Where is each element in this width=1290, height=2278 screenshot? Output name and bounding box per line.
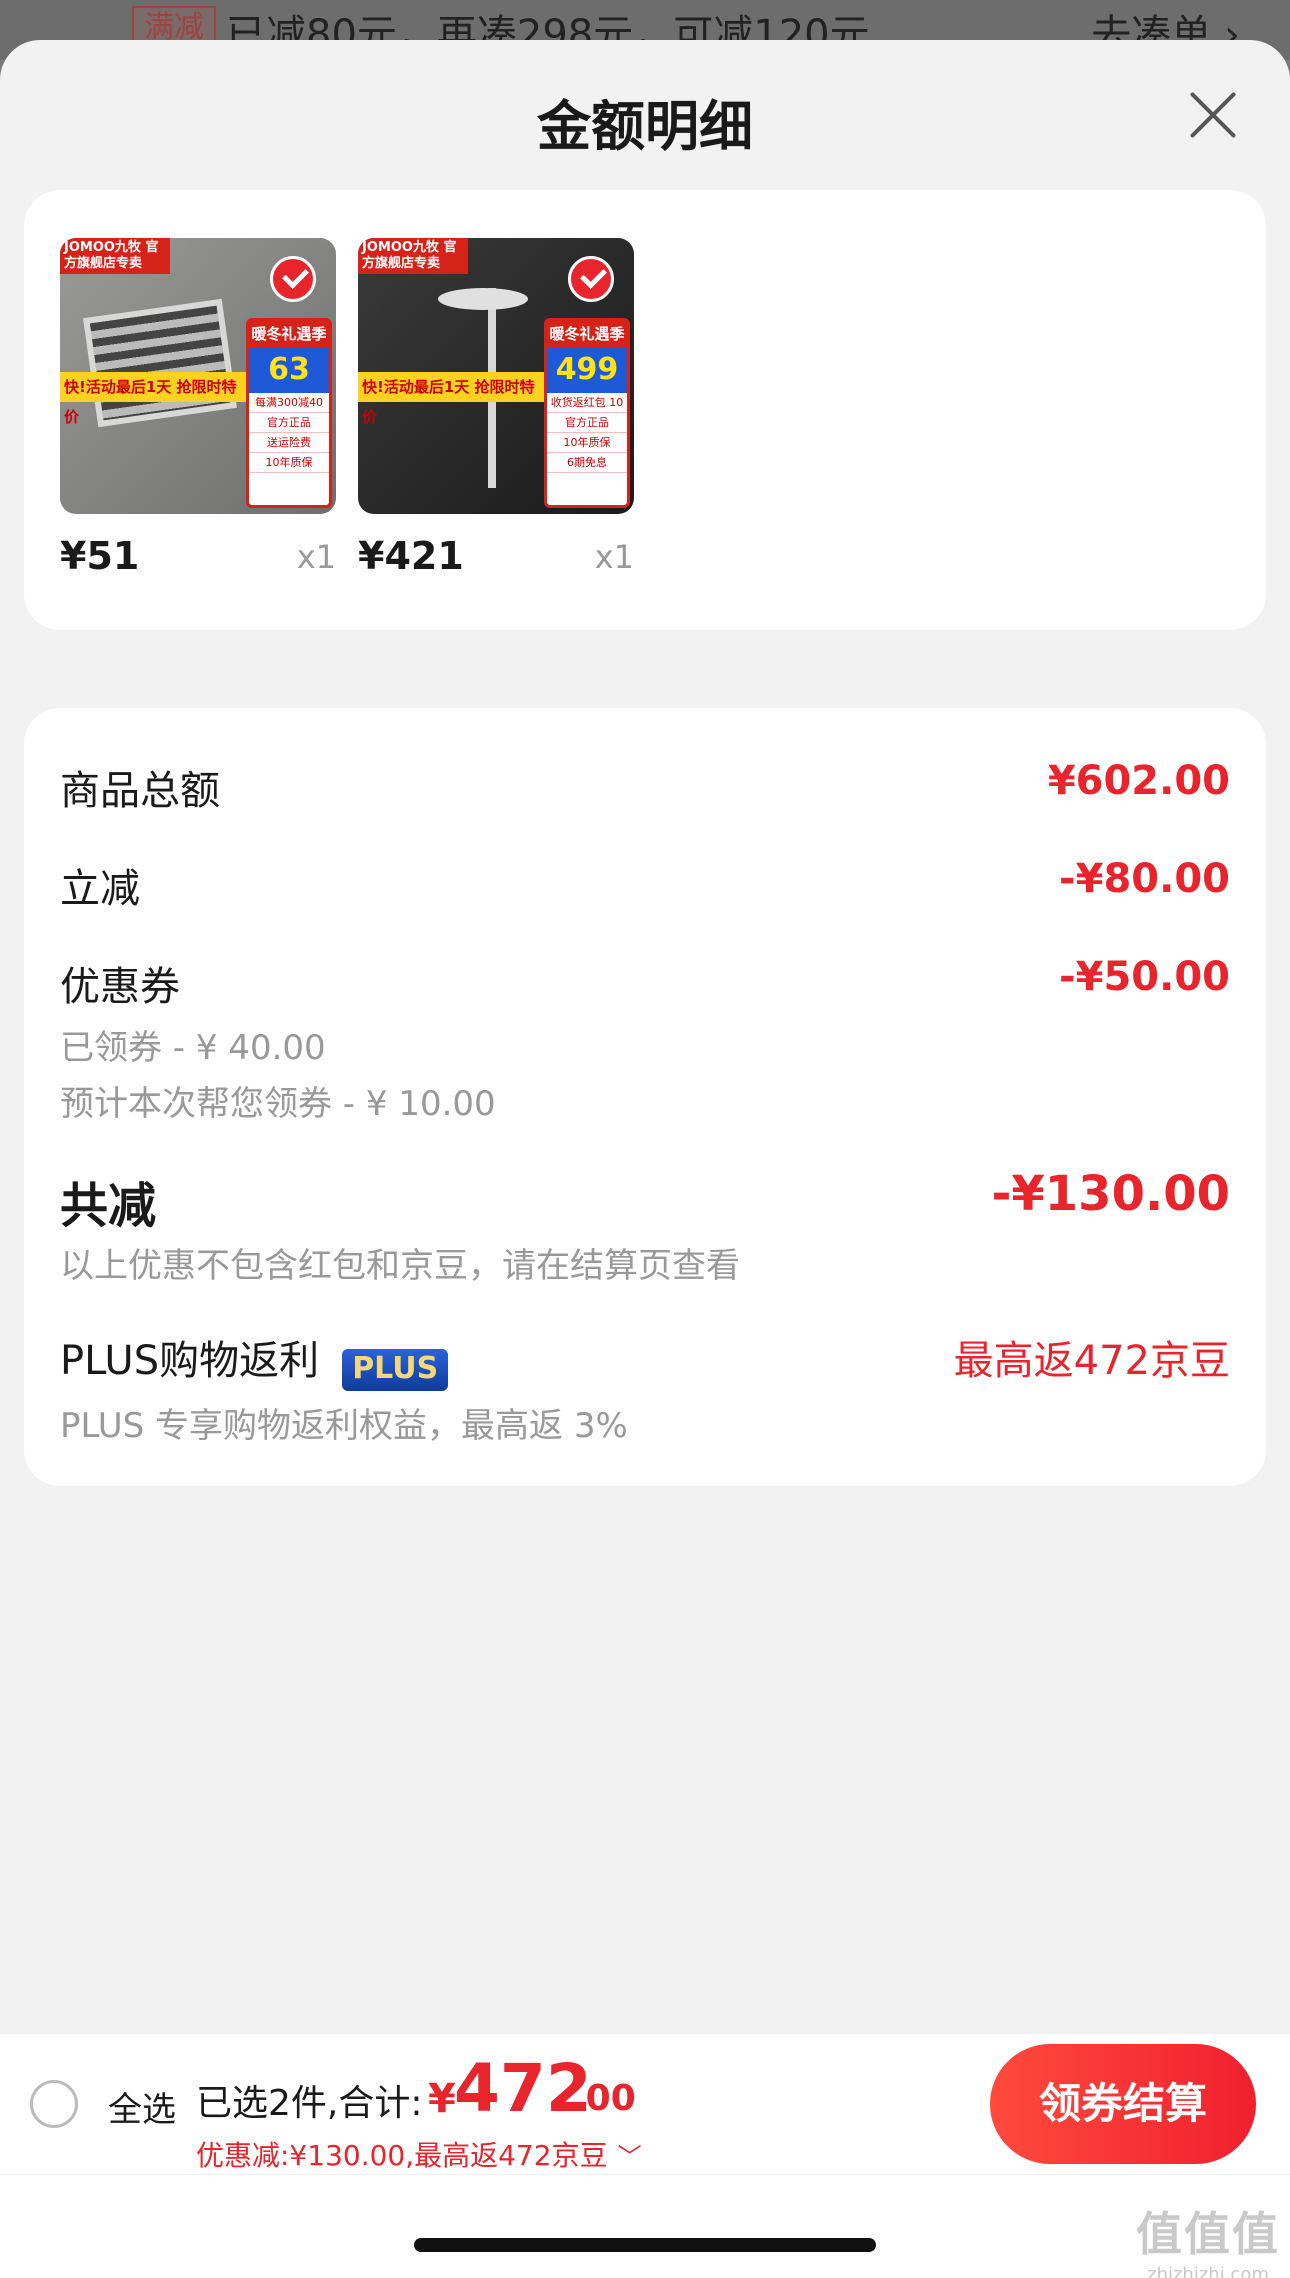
check-icon[interactable]	[568, 256, 614, 302]
product-item[interactable]: JOMOO九牧 官方旗舰店专卖 快!活动最后1天 抢限时特价 暖冬礼遇季 63 …	[60, 238, 336, 594]
bottom-safe-area	[0, 2174, 1290, 2278]
product-thumbnail[interactable]: JOMOO九牧 官方旗舰店专卖 快!活动最后1天 抢限时特价 暖冬礼遇季 499…	[358, 238, 634, 514]
discount-summary[interactable]: 优惠减:¥130.00,最高返472京豆 ﹀	[196, 2134, 642, 2174]
product-price: ¥421	[358, 534, 464, 578]
floor-drain-image	[83, 298, 237, 428]
plus-rebate-label: PLUS购物返利	[60, 1338, 320, 1384]
total-decimal: .00	[572, 2078, 636, 2119]
coupon-value: -¥50.00	[1059, 954, 1230, 1000]
promo-price: 499	[547, 347, 627, 393]
amount-detail-sheet: 金额明细 JOMOO九牧 官方旗舰店专卖 快!活动最后1天 抢限时特价 暖冬礼遇…	[0, 40, 1290, 2278]
watermark-mark: 值值值	[1136, 2207, 1280, 2261]
total-off-row: 共减 -¥130.00	[60, 1166, 1230, 1236]
watermark-url: zhizhizhi.com	[1147, 2264, 1269, 2278]
promo-row: 官方正品	[547, 413, 627, 433]
total-off-value: -¥130.00	[991, 1166, 1230, 1222]
selected-count: 已选2件,合计:	[196, 2083, 423, 2124]
chevron-down-icon[interactable]: ﹀	[618, 2137, 642, 2172]
total-currency: ¥	[428, 2076, 456, 2122]
coupon-row: 优惠券 -¥50.00	[60, 954, 1230, 1012]
promo-sidebar: 暖冬礼遇季 63 每满300减40 官方正品 送运险费 10年质保	[246, 318, 332, 508]
total-off-label: 共减	[60, 1178, 157, 1234]
plus-rebate-note: PLUS 专享购物返利权益，最高返 3%	[60, 1406, 628, 1446]
shower-head-image	[438, 288, 528, 310]
watermark: 值值值 zhizhizhi.com	[1136, 2198, 1280, 2278]
coupon-label: 优惠券	[60, 964, 180, 1010]
promo-row: 10年质保	[547, 433, 627, 453]
goods-total-value: ¥602.00	[1047, 758, 1230, 804]
promo-row: 6期免息	[547, 453, 627, 473]
close-icon[interactable]	[1186, 88, 1240, 142]
coupon-claimed: 已领券 - ¥ 40.00	[60, 1028, 326, 1068]
total-off-note-row: 以上优惠不包含红包和京豆，请在结算页查看	[60, 1238, 1230, 1287]
product-thumbnail[interactable]: JOMOO九牧 官方旗舰店专卖 快!活动最后1天 抢限时特价 暖冬礼遇季 63 …	[60, 238, 336, 514]
product-price: ¥51	[60, 534, 140, 578]
instant-off-value: -¥80.00	[1059, 856, 1230, 902]
checkout-button[interactable]: 领券结算	[990, 2044, 1256, 2164]
promo-row: 官方正品	[249, 413, 329, 433]
promo-row: 10年质保	[249, 453, 329, 473]
promo-head: 暖冬礼遇季	[249, 321, 329, 347]
goods-total-label: 商品总额	[60, 768, 220, 814]
discount-summary-text: 优惠减:¥130.00,最高返472京豆	[196, 2139, 608, 2172]
instant-off-row: 立减 -¥80.00	[60, 856, 1230, 914]
plus-rebate-value: 最高返472京豆	[953, 1338, 1230, 1384]
brand-label: JOMOO九牧 官方旗舰店专卖	[60, 238, 170, 274]
promo-row: 收货返红包 10	[547, 393, 627, 413]
check-icon[interactable]	[270, 256, 316, 302]
products-card: JOMOO九牧 官方旗舰店专卖 快!活动最后1天 抢限时特价 暖冬礼遇季 63 …	[24, 190, 1266, 630]
coupon-expected: 预计本次帮您领券 - ¥ 10.00	[60, 1084, 496, 1124]
sheet-title: 金额明细	[537, 95, 753, 158]
select-all-label[interactable]: 全选	[108, 2082, 176, 2131]
product-item[interactable]: JOMOO九牧 官方旗舰店专卖 快!活动最后1天 抢限时特价 暖冬礼遇季 499…	[358, 238, 634, 594]
product-quantity: x1	[594, 538, 634, 576]
brand-label: JOMOO九牧 官方旗舰店专卖	[358, 238, 468, 274]
checkout-bar: 全选 已选2件,合计: ¥ 472 .00 优惠减:¥130.00,最高返472…	[0, 2034, 1290, 2174]
promo-row: 送运险费	[249, 433, 329, 453]
coupon-expected-row: 预计本次帮您领券 - ¥ 10.00	[60, 1076, 1230, 1125]
promo-sidebar: 暖冬礼遇季 499 收货返红包 10 官方正品 10年质保 6期免息	[544, 318, 630, 508]
promo-price: 63	[249, 347, 329, 393]
promo-row: 每满300减40	[249, 393, 329, 413]
goods-total-row: 商品总额 ¥602.00	[60, 758, 1230, 816]
instant-off-label: 立减	[60, 866, 140, 912]
plus-note-row: PLUS 专享购物返利权益，最高返 3%	[60, 1398, 1230, 1447]
coupon-claimed-row: 已领券 - ¥ 40.00	[60, 1020, 1230, 1069]
amount-detail-card: 商品总额 ¥602.00 立减 -¥80.00 优惠券 -¥50.00 已领券 …	[24, 708, 1266, 1486]
select-all-radio[interactable]	[30, 2080, 78, 2128]
total-off-note: 以上优惠不包含红包和京豆，请在结算页查看	[60, 1246, 740, 1286]
promo-head: 暖冬礼遇季	[547, 321, 627, 347]
plus-rebate-row: PLUS购物返利 PLUS 最高返472京豆	[60, 1328, 1230, 1391]
product-quantity: x1	[296, 538, 336, 576]
home-indicator	[414, 2238, 876, 2252]
plus-badge: PLUS	[342, 1348, 449, 1391]
promo-banner: 快!活动最后1天 抢限时特价	[60, 372, 250, 426]
promo-banner: 快!活动最后1天 抢限时特价	[358, 372, 548, 426]
